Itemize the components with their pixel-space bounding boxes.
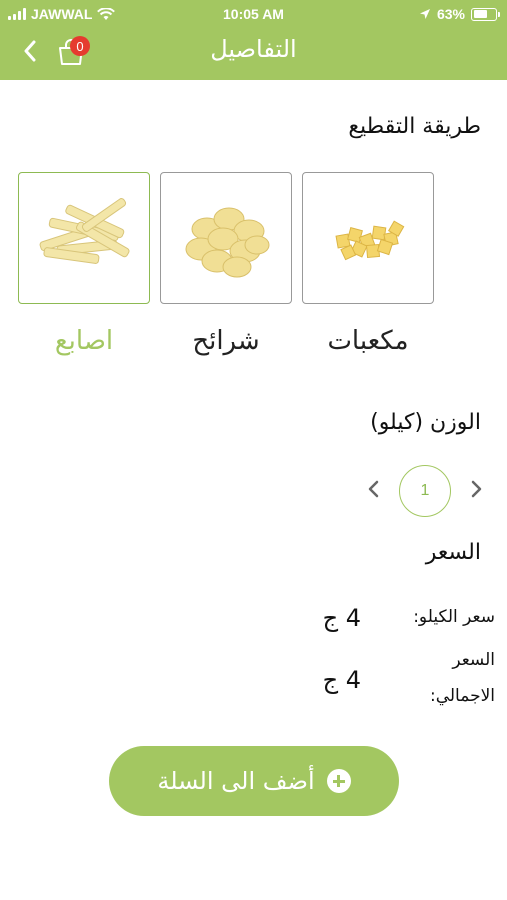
battery-icon [471, 7, 500, 21]
quantity-increase-button[interactable] [466, 478, 486, 500]
page-title: التفاصيل [210, 35, 297, 63]
cut-option-fingers[interactable] [18, 172, 150, 304]
top-bar: JAWWAL 10:05 AM 63% 0 التفاصيل [0, 0, 507, 80]
cut-method-title: طريقة التقطيع [348, 114, 481, 139]
plus-circle-icon [326, 769, 351, 793]
add-to-cart-button[interactable]: أضف الى السلة [109, 746, 399, 816]
potato-slices-image [185, 207, 270, 278]
location-arrow-icon [419, 9, 430, 19]
potato-fingers-image [39, 198, 130, 264]
total-value: 4 ج [322, 666, 361, 694]
weight-title: الوزن (كيلو) [370, 410, 481, 435]
quantity-value: 1 [399, 465, 451, 517]
cut-label-fingers[interactable]: اصابع [18, 326, 150, 356]
total-label-line1: السعر [452, 650, 495, 670]
cut-label-cubes[interactable]: مكعبات [302, 326, 434, 356]
battery-group: 63% [419, 6, 500, 22]
status-bar: JAWWAL 10:05 AM 63% [0, 0, 507, 30]
battery-percent: 63% [436, 6, 465, 22]
chevron-left-icon [368, 480, 379, 498]
per-kilo-value: 4 ج [322, 604, 361, 632]
per-kilo-label: سعر الكيلو: [413, 607, 495, 627]
cut-option-cubes[interactable] [302, 172, 434, 304]
chevron-right-icon [471, 480, 482, 498]
price-title: السعر [425, 540, 481, 565]
cut-label-slices[interactable]: شرائح [160, 326, 292, 356]
add-to-cart-label: أضف الى السلة [157, 767, 315, 795]
total-label-line2: الاجمالي: [429, 686, 495, 706]
quantity-decrease-button[interactable] [364, 478, 384, 500]
potato-cubes-image [335, 220, 405, 261]
cut-option-slices[interactable] [160, 172, 292, 304]
